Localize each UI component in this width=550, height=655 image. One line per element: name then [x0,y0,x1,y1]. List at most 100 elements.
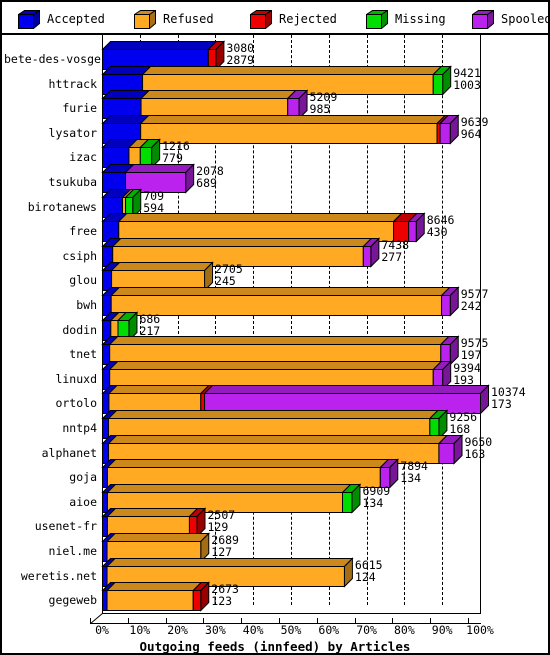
bar-row[interactable] [101,89,480,120]
x-tick-mark [241,618,243,624]
category-label: free [69,224,97,239]
bar-row[interactable] [101,261,480,293]
category-label: ortolo [55,396,97,411]
bar-row[interactable] [101,335,480,366]
bar-accepted-label: 124 [354,569,376,584]
bar-accepted-label: 129 [207,520,229,535]
bar-row[interactable] [101,360,480,391]
bar-accepted-label: 163 [464,446,486,461]
category-label: lysator [48,125,97,140]
x-axis-title: Outgoing feeds (innfeed) by Articles [139,639,411,654]
bar-row[interactable] [101,483,480,514]
bar-accepted-label: 964 [460,126,482,141]
x-tick-mark [127,618,129,624]
legend-label: Spooled [501,12,550,26]
category-label: csiph [62,248,97,263]
bar-row[interactable] [101,409,480,440]
cube-icon [248,9,274,30]
bar-accepted-label: 689 [196,176,217,190]
bar-row[interactable] [101,64,480,96]
bar-total-label: 7438 [381,237,410,252]
category-label: aioe [69,494,97,509]
x-tick-label: 30% [205,623,226,637]
x-tick-label: 100% [466,623,494,637]
legend-item-missing: Missing [364,7,446,31]
bar-accepted-label: 134 [362,495,384,510]
bar-accepted-label: 197 [460,348,482,363]
x-tick-label: 20% [167,623,188,637]
bar-row[interactable] [101,237,480,268]
bar-accepted-label: 1003 [453,77,481,92]
x-tick-label: 60% [318,623,340,637]
bar-row[interactable] [101,384,490,416]
x-tick-mark [430,618,432,624]
bar-row[interactable] [101,581,480,612]
bar-row[interactable] [101,532,480,563]
x-tick-mark [468,618,469,624]
category-label: goja [69,470,97,485]
x-tick-mark [203,618,205,624]
legend-label: Refused [163,12,214,26]
category-axis: bete-des-vosges httrack furie lysator izac ts… [2,35,108,606]
category-label: furie [62,101,97,116]
chart-legend: Accepted Refused Rejected Missing Spooled [2,2,548,35]
bar-accepted-label: 779 [162,151,183,166]
bar-accepted-label: 173 [491,397,512,412]
bar-total-label: 9650 [464,434,493,449]
bar-total-label: 6909 [362,483,391,498]
category-label: alphanet [41,445,97,460]
category-label: bwh [76,298,97,312]
category-label: tnet [69,347,97,362]
x-tick-label: 0% [95,623,109,637]
bar-total-label: 9421 [453,65,481,80]
category-label: usenet-fr [34,519,97,534]
legend-item-rejected: Rejected [248,7,337,31]
cube-icon [364,9,390,30]
legend-item-refused: Refused [132,7,214,31]
bar-accepted-label: 242 [460,299,482,313]
x-tick-mark [392,618,394,624]
x-tick-label: 80% [394,623,415,637]
bar-accepted-label: 123 [211,594,233,609]
cube-icon [16,9,42,30]
category-label: linuxd [55,371,97,386]
x-tick-mark [316,618,318,624]
x-tick-label: 10% [129,623,151,637]
bar-row[interactable] [101,114,480,145]
bar-row[interactable] [101,40,480,71]
bar-total-label: 9394 [453,360,481,375]
bar-accepted-label: 985 [309,102,331,117]
legend-label: Rejected [279,12,337,26]
x-tick-mark [165,618,167,624]
category-label: izac [69,150,97,165]
bar-accepted-label: 2879 [226,53,255,67]
bar-row[interactable] [101,212,480,243]
category-label: dodin [62,322,97,337]
x-tick-mark [90,618,91,624]
bar-accepted-label: 245 [215,274,236,289]
x-tick-label: 40% [242,623,264,637]
bar-total-label: 709 [143,188,165,203]
category-label: niel.me [48,544,97,558]
legend-item-spooled: Spooled [470,7,550,31]
x-tick-label: 90% [431,623,453,637]
bar-accepted-label: 168 [449,422,471,436]
bar-row[interactable] [101,286,480,317]
cube-icon [470,9,496,30]
bar-row[interactable] [101,507,480,539]
category-label: glou [69,273,97,288]
bar-row[interactable] [101,433,480,465]
x-tick-label: 50% [280,623,302,637]
category-label: birotanews [27,199,97,214]
x-tick-label: 70% [356,623,377,637]
bar-row[interactable] [101,556,480,588]
bar-row[interactable] [101,163,480,194]
legend-item-accepted: Accepted [16,7,105,31]
category-label: bete-des-vosges [4,52,108,66]
chart-window: Accepted Refused Rejected Missing Spooled be… [0,0,550,655]
bar-accepted-label: 134 [400,471,422,486]
chart-plot-area: bete-des-vosges httrack furie lysator izac ts… [2,35,548,653]
bar-row[interactable] [101,138,480,170]
legend-label: Accepted [47,12,105,26]
bar-accepted-label: 127 [211,545,233,559]
